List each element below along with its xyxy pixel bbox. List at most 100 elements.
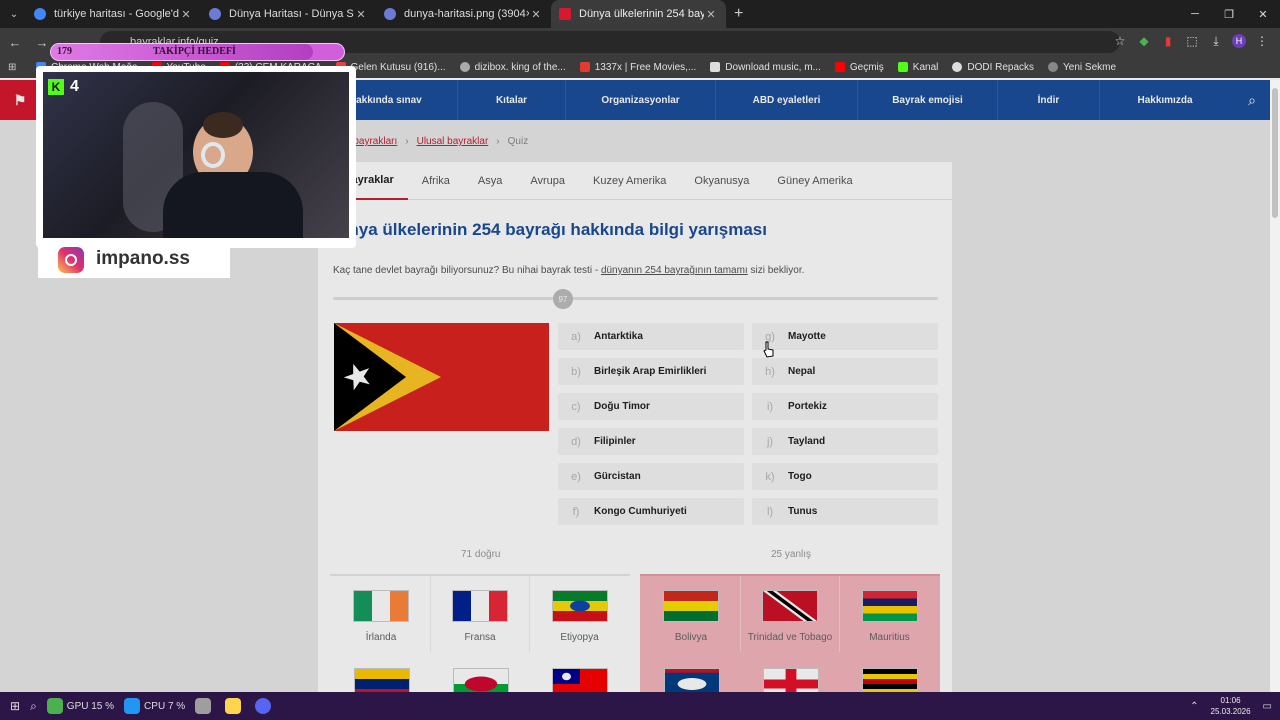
notifications-icon[interactable]: ▭ [1263,701,1272,712]
globe-icon [1048,62,1059,72]
new-tab-icon[interactable]: + [734,5,743,23]
taskbar-app[interactable] [195,698,215,714]
nav-download[interactable]: İndir [998,80,1100,120]
browser-tab[interactable]: Dünya Haritası - Dünya Siyasi H ✕ [201,0,376,28]
taskbar-app[interactable] [225,698,245,714]
browser-tab[interactable]: dunya-haritasi.png (3904×2551) ✕ [376,0,551,28]
tab-africa[interactable]: Afrika [408,162,464,200]
instagram-handle: impano.ss [96,248,190,269]
browser-tab-active[interactable]: Dünya ülkelerinin 254 bayrağı h ✕ [551,0,726,28]
close-icon[interactable]: ✕ [704,8,718,21]
correct-flag-cell[interactable]: Fransa [431,576,530,652]
scrollbar-thumb[interactable] [1272,88,1278,218]
page-scrollbar[interactable] [1270,80,1280,692]
search-taskbar-icon[interactable]: ⌕ [30,699,37,714]
desc-link[interactable]: dünyanın 254 bayrağının tamamı [601,265,748,276]
tab-list-icon[interactable]: ⌄ [2,4,26,24]
answer-option[interactable]: d) Filipinler [558,428,744,455]
chevron-right-icon: › [405,136,409,147]
tab-north-america[interactable]: Kuzey Amerika [579,162,680,200]
correct-flag-cell[interactable]: İrlanda [332,576,431,652]
tray-chevron-icon[interactable]: ⌃ [1190,701,1198,712]
nav-continents[interactable]: Kıtalar [458,80,566,120]
bookmark[interactable]: 1337x | Free Movies,... [579,61,697,73]
gpu-readout: GPU 15 % [46,698,114,714]
answer-option[interactable]: b) Birleşik Arap Emirlikleri [558,358,744,385]
close-icon[interactable]: ✕ [354,8,368,21]
download-icon[interactable]: ⤓ [1208,32,1224,50]
bookmark[interactable]: Download music, m... [710,62,821,73]
extension-shield-icon[interactable]: ◆ [1136,32,1152,50]
browser-tab[interactable]: türkiye haritası - Google'da Ara ✕ [26,0,201,28]
answer-option[interactable]: i) Portekiz [752,393,938,420]
correct-flag-cell[interactable]: Etiyopya [530,576,629,652]
follower-goal-bar: 179 TAKİPÇİ HEDEFİ [50,43,345,61]
nav-us-states[interactable]: ABD eyaletleri [716,80,858,120]
wrong-flag-cell[interactable]: Bolivya [642,576,741,652]
bookmark-label: Download music, m... [725,61,821,73]
close-icon[interactable]: ✕ [179,8,193,21]
flag-favicon-icon [559,8,571,20]
minimize-icon[interactable]: ─ [1178,0,1212,28]
tab-south-america[interactable]: Güney Amerika [763,162,866,200]
flag-name: Fransa [464,632,496,643]
answer-label: Tunus [788,506,818,517]
desc-text: Kaç tane devlet bayrağı biliyorsunuz? Bu… [333,265,601,276]
answer-label: Doğu Timor [594,401,650,412]
tab-title: Dünya ülkelerinin 254 bayrağı h [579,8,704,20]
flag-name: Bolivya [674,632,708,643]
search-icon[interactable]: ⌕ [1248,92,1256,109]
close-window-icon[interactable]: ✕ [1246,0,1280,28]
headphones-shape [201,142,225,168]
extensions-puzzle-icon[interactable]: ⬚ [1184,32,1200,50]
wrong-flag-cell[interactable]: Mauritius [840,576,939,652]
tab-europe[interactable]: Avrupa [516,162,579,200]
bookmark[interactable]: Kanal [897,62,938,73]
back-icon[interactable]: ← [3,30,27,54]
bookmark[interactable]: Yeni Sekme [1048,62,1116,73]
nav-organizations[interactable]: Organizasyonlar [566,80,716,120]
window-controls: ─ ❐ ✕ [1178,0,1280,28]
bookmark[interactable]: DODI Repacks [952,62,1034,73]
bookmark-label: DODI Repacks [967,61,1035,73]
bookmark-label: dizibox. king of the... [474,61,566,73]
answer-key: b) [571,365,581,378]
clock[interactable]: 01:06 25.03.2026 [1211,695,1251,717]
bookmark-label: 1337x | Free Movies,... [594,61,697,73]
extension-n-icon[interactable]: ▮ [1160,32,1176,50]
answer-option[interactable]: e) Gürcistan [558,463,744,490]
flag-mauritius-icon [861,590,918,622]
tab-asia[interactable]: Asya [464,162,516,200]
hand-cursor-icon [763,341,774,358]
nav-flag-emoji[interactable]: Bayrak emojisi [858,80,998,120]
bookmark[interactable]: Geçmiş [834,62,884,73]
taskbar-app[interactable] [255,698,275,714]
answer-option[interactable]: k) Togo [752,463,938,490]
answer-option[interactable]: c) Doğu Timor [558,393,744,420]
question-number-badge: 97 [552,289,573,309]
answer-option[interactable]: g) Mayotte [752,323,938,350]
start-icon[interactable]: ⊞ [10,699,20,713]
answer-option[interactable]: j) Tayland [752,428,938,455]
tab-oceania[interactable]: Okyanusya [680,162,763,200]
apps-grid-icon[interactable]: ⊞ [8,62,22,73]
wrong-flag-cell[interactable]: Trinidad ve Tobago [741,576,840,652]
restore-icon[interactable]: ❐ [1212,0,1246,28]
app-icon [195,698,212,714]
bookmark[interactable]: dizibox. king of the... [459,61,566,73]
answer-option[interactable]: h) Nepal [752,358,938,385]
answer-option[interactable]: l) Tunus [752,498,938,525]
answer-option[interactable]: f) Kongo Cumhuriyeti [558,498,744,525]
menu-icon[interactable]: ⋮ [1254,32,1270,50]
nav-about[interactable]: Hakkımızda [1100,80,1230,120]
answer-label: Togo [788,471,812,482]
site-logo[interactable]: ⚑ [0,80,40,120]
answer-option[interactable]: a) Antarktika [558,323,744,350]
flag-ireland-icon [353,590,409,622]
profile-avatar[interactable]: H [1232,34,1246,48]
question-flag-image [334,323,549,431]
bookmark-star-icon[interactable]: ☆ [1112,32,1128,50]
breadcrumb-national-flags[interactable]: Ulusal bayraklar [417,136,489,147]
page-icon [710,62,721,72]
close-icon[interactable]: ✕ [529,8,543,21]
